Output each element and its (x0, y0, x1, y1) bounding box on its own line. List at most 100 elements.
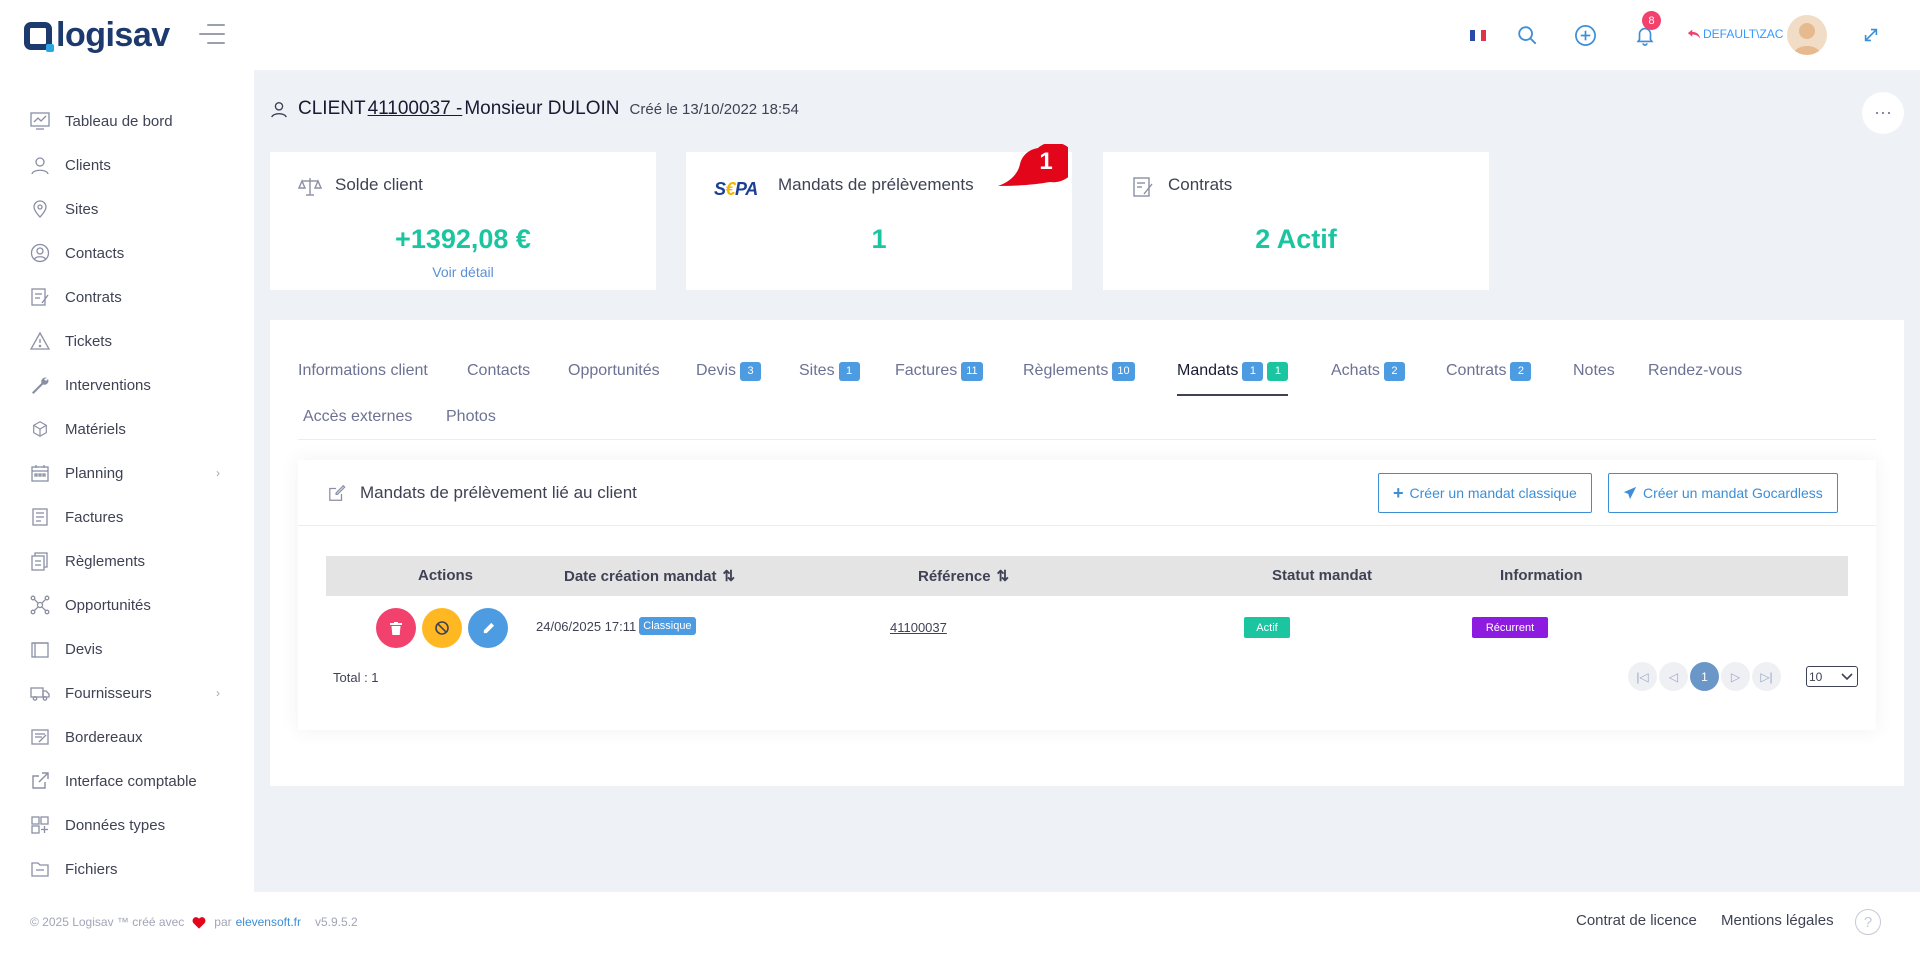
tab-mandats[interactable]: Mandats 1 1 (1177, 360, 1289, 396)
search-icon[interactable] (1512, 20, 1542, 50)
menu-toggle-icon[interactable] (199, 24, 225, 44)
sidebar-item-tickets[interactable]: Tickets (0, 319, 254, 363)
logo[interactable]: logisav (24, 16, 170, 55)
sidebar-item-clients[interactable]: Clients (0, 143, 254, 187)
scale-icon (298, 178, 322, 196)
tab-photos[interactable]: Photos (446, 406, 496, 428)
edit-icon (329, 484, 346, 501)
col-date[interactable]: Date création mandat ⇅ (564, 567, 735, 586)
add-circle-icon[interactable] (1570, 20, 1600, 50)
tab-bar: Informations client Contacts Opportunité… (298, 320, 1876, 440)
copyright-text: © 2025 Logisav ™ créé avec (30, 915, 185, 929)
tab-reglements[interactable]: Règlements 10 (1023, 360, 1135, 382)
sidebar-item-devis[interactable]: Devis (0, 627, 254, 671)
sidebar-item-contacts[interactable]: Contacts (0, 231, 254, 275)
tab-achats[interactable]: Achats 2 (1331, 360, 1405, 382)
col-information: Information (1500, 567, 1583, 584)
tab-label: Achats (1331, 362, 1380, 379)
tab-factures[interactable]: Factures 11 (895, 360, 983, 382)
sidebar-item-bordereaux[interactable]: Bordereaux (0, 715, 254, 759)
page-button[interactable]: 1 (1690, 662, 1719, 691)
sidebar-item-factures[interactable]: Factures (0, 495, 254, 539)
total-count: Total : 1 (333, 670, 379, 685)
tab-devis[interactable]: Devis 3 (696, 360, 762, 382)
tab-acces-externes[interactable]: Accès externes (303, 406, 412, 428)
tab-sites[interactable]: Sites 1 (799, 360, 860, 382)
warning-icon (30, 331, 50, 351)
title-prefix: CLIENT (298, 98, 366, 119)
grid-icon (30, 815, 50, 835)
last-page-button[interactable]: ▷| (1752, 662, 1781, 691)
tab-count-badge: 2 (1383, 361, 1405, 381)
sidebar-item-interface-comptable[interactable]: Interface comptable (0, 759, 254, 803)
sidebar-item-dashboard[interactable]: Tableau de bord (0, 99, 254, 143)
by-text: par (214, 915, 232, 929)
tab-contacts[interactable]: Contacts (467, 360, 530, 382)
tab-label: Opportunités (568, 362, 660, 379)
user-switch[interactable]: DEFAULT\ZAC (1687, 27, 1783, 41)
sidebar-item-fournisseurs[interactable]: Fournisseurs › (0, 671, 254, 715)
tab-label: Mandats (1177, 362, 1239, 379)
company-link[interactable]: elevensoft.fr (236, 915, 301, 929)
fullscreen-icon[interactable] (1856, 20, 1886, 50)
mandate-reference-link[interactable]: 41100037 (890, 620, 947, 635)
col-label: Actions (418, 567, 474, 584)
sidebar-item-interventions[interactable]: Interventions (0, 363, 254, 407)
location-pin-icon (30, 199, 50, 219)
sidebar-item-label: Clients (65, 156, 111, 174)
created-date: Créé le 13/10/2022 18:54 (629, 101, 799, 118)
edit-button[interactable] (468, 608, 508, 648)
tab-count-badge: 10 (1112, 361, 1135, 381)
sidebar-item-opportunites[interactable]: Opportunités (0, 583, 254, 627)
disable-button[interactable] (422, 608, 462, 648)
tab-count-badge: 2 (1510, 361, 1532, 381)
bubble-count: 1 (1039, 148, 1053, 175)
first-page-button[interactable]: |◁ (1628, 662, 1657, 691)
tab-label: Factures (895, 362, 958, 379)
chevron-down-icon (1841, 673, 1853, 681)
card-title: Mandats de prélèvements (778, 175, 974, 194)
legal-link[interactable]: Mentions légales (1721, 912, 1834, 929)
sidebar-item-planning[interactable]: Planning › (0, 451, 254, 495)
balance-value: +1392,08 € (395, 224, 531, 254)
next-page-button[interactable]: ▷ (1721, 662, 1750, 691)
tab-contrats[interactable]: Contrats 2 (1446, 360, 1532, 382)
sidebar-item-reglements[interactable]: Règlements (0, 539, 254, 583)
help-icon[interactable]: ? (1855, 909, 1881, 935)
tab-rendez-vous[interactable]: Rendez-vous (1648, 360, 1742, 382)
sidebar-item-label: Matériels (65, 420, 126, 438)
section-header: Mandats de prélèvement lié au client + C… (298, 460, 1876, 526)
notification-count-badge: 8 (1642, 11, 1661, 30)
tab-count-badge: 11 (961, 361, 983, 381)
sidebar-item-donnees-types[interactable]: Données types (0, 803, 254, 847)
avatar[interactable] (1787, 15, 1827, 55)
payment-icon (30, 551, 50, 571)
sidebar-item-contrats[interactable]: Contrats (0, 275, 254, 319)
tab-informations-client[interactable]: Informations client (298, 360, 428, 382)
prev-page-icon: ◁ (1668, 669, 1679, 684)
license-link[interactable]: Contrat de licence (1576, 912, 1697, 929)
information-badge: Récurrent (1472, 617, 1548, 638)
page-size-select[interactable]: 10 (1806, 666, 1858, 687)
view-detail-link[interactable]: Voir détail (270, 264, 656, 280)
sidebar-item-fichiers[interactable]: Fichiers (0, 847, 254, 891)
create-classic-mandate-button[interactable]: + Créer un mandat classique (1378, 473, 1592, 513)
last-page-icon: ▷| (1760, 669, 1773, 684)
flag-fr-icon[interactable] (1470, 30, 1486, 41)
client-detail-panel: Informations client Contacts Opportunité… (270, 320, 1904, 786)
sepa-logo: S€PA (714, 179, 758, 199)
prev-page-button[interactable]: ◁ (1659, 662, 1688, 691)
sidebar-item-label: Devis (65, 640, 103, 658)
tab-notes[interactable]: Notes (1573, 360, 1615, 382)
contacts-icon (30, 243, 50, 263)
contract-icon (30, 287, 50, 307)
sidebar-item-materiels[interactable]: Matériels (0, 407, 254, 451)
sidebar-item-label: Planning (65, 464, 124, 482)
col-reference[interactable]: Référence ⇅ (918, 567, 1009, 586)
sidebar-item-sites[interactable]: Sites (0, 187, 254, 231)
more-options-button[interactable]: ⋯ (1862, 92, 1904, 134)
create-gocardless-mandate-button[interactable]: Créer un mandat Gocardless (1608, 473, 1838, 513)
tab-opportunites[interactable]: Opportunités (568, 360, 660, 382)
delete-button[interactable] (376, 608, 416, 648)
sidebar-item-label: Interventions (65, 376, 151, 394)
